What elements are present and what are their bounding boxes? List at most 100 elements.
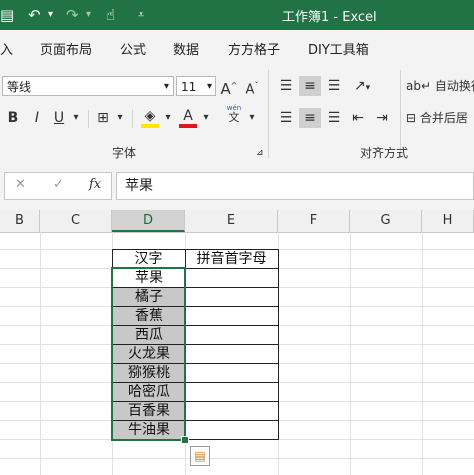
tab-data[interactable]: 数据	[173, 39, 199, 58]
font-size-value: 11	[181, 80, 197, 94]
tab-formulas[interactable]: 公式	[120, 39, 146, 58]
column-header-d[interactable]: D	[112, 210, 185, 232]
italic-icon: I	[34, 110, 40, 126]
shrink-font-button[interactable]: Aˇ	[242, 76, 262, 100]
save-icon[interactable]: ▤	[0, 5, 14, 25]
tab-page-layout[interactable]: 页面布局	[40, 39, 92, 58]
chevron-down-icon: ▾	[206, 81, 212, 92]
insert-function-icon[interactable]: fx	[89, 177, 101, 192]
cell-e-empty[interactable]	[186, 383, 278, 402]
align-right-icon: ☰	[327, 110, 341, 126]
chevron-down-icon: ▾	[249, 112, 255, 123]
align-right-button[interactable]: ☰	[324, 108, 344, 128]
separator	[132, 110, 133, 128]
orientation-button[interactable]: ↗▾	[350, 76, 374, 98]
paint-bucket-icon: ◈	[144, 108, 156, 124]
column-header-e[interactable]: E	[185, 210, 278, 232]
column-headers: B C D E F G H	[0, 210, 474, 233]
top-align-icon: ☰	[279, 78, 293, 94]
chevron-down-icon: ▾	[117, 112, 123, 123]
cell-e-empty[interactable]	[186, 402, 278, 421]
chevron-down-icon: ▾	[73, 112, 79, 123]
grow-font-button[interactable]: A^	[219, 76, 239, 99]
cell-e-empty[interactable]	[186, 326, 278, 345]
redo-icon[interactable]: ↷	[66, 5, 79, 25]
wrap-text-label: 自动换行	[434, 79, 474, 93]
underline-button[interactable]: U	[50, 108, 68, 128]
dialog-launcher-icon[interactable]: ⊿	[256, 148, 264, 158]
customize-toolbar-icon[interactable]: ⩡	[138, 5, 144, 25]
font-name-value: 等线	[7, 80, 32, 94]
cell-e-empty[interactable]	[186, 269, 278, 288]
confirm-icon[interactable]: ✓	[53, 177, 64, 192]
chevron-down-icon: ▾	[365, 83, 371, 93]
wrap-text-button[interactable]: ab↵ 自动换行	[406, 76, 474, 96]
italic-button[interactable]: I	[28, 108, 46, 128]
orientation-icon: ↗	[353, 78, 366, 94]
title-bar: ▤ ↶ ▾ ↷ ▾ ☝ ⩡ 工作簿1 - Excel	[0, 0, 474, 30]
chevron-down-icon: ▾	[203, 112, 209, 123]
tab-insert[interactable]: 入	[0, 39, 13, 58]
worksheet-grid[interactable]: B C D E F G H 汉字 拼音首字母 苹果 橘子 香蕉 西瓜 火龙果 猕…	[0, 210, 474, 475]
column-header-c[interactable]: C	[40, 210, 112, 232]
cell-e-empty[interactable]	[186, 307, 278, 326]
table-border	[112, 249, 279, 250]
formula-bar: ✕ ✓ fx 苹果	[0, 164, 474, 210]
bold-button[interactable]: B	[4, 108, 22, 128]
merge-center-icon: ⊟	[406, 111, 417, 125]
group-separator	[268, 70, 269, 158]
phonetic-guide-button[interactable]: wén 文	[222, 104, 246, 124]
formula-input[interactable]: 苹果	[116, 172, 474, 200]
borders-button[interactable]: ⊞	[94, 108, 112, 128]
quick-analysis-icon[interactable]: ▤	[190, 446, 210, 466]
column-header-g[interactable]: G	[350, 210, 422, 232]
align-center-button[interactable]: ≡	[299, 108, 321, 128]
undo-icon[interactable]: ↶	[28, 5, 41, 25]
cell-e-header[interactable]: 拼音首字母	[185, 250, 278, 269]
gridline	[0, 458, 474, 459]
fill-color-swatch	[141, 124, 159, 128]
font-color-dropdown[interactable]: ▾	[200, 108, 212, 128]
fill-color-dropdown[interactable]: ▾	[162, 108, 174, 128]
cell-e-empty[interactable]	[186, 345, 278, 364]
cell-e-empty[interactable]	[186, 288, 278, 307]
grow-font-icon: A	[220, 80, 231, 98]
align-left-icon: ☰	[279, 110, 293, 126]
undo-dropdown-icon[interactable]: ▾	[48, 5, 53, 25]
align-left-button[interactable]: ☰	[276, 108, 296, 128]
top-align-button[interactable]: ☰	[276, 76, 296, 96]
increase-indent-button[interactable]: ⇥	[372, 108, 392, 128]
merge-center-button[interactable]: ⊟ 合并后居	[406, 108, 474, 128]
font-name-dropdown[interactable]: 等线 ▾	[2, 76, 174, 96]
touch-mode-icon[interactable]: ☝	[106, 5, 115, 25]
tab-fangfanggezi[interactable]: 方方格子	[228, 39, 280, 58]
fill-color-button[interactable]: ◈	[140, 106, 160, 128]
redo-dropdown-icon[interactable]: ▾	[86, 5, 91, 25]
font-color-button[interactable]: A	[178, 106, 198, 128]
underline-icon: U	[53, 110, 65, 126]
separator	[88, 110, 89, 128]
fill-handle[interactable]	[181, 436, 189, 444]
merge-center-label: 合并后居	[419, 111, 468, 125]
font-size-dropdown[interactable]: 11 ▾	[176, 76, 216, 96]
bottom-align-icon: ☰	[327, 78, 341, 94]
cell-e-empty[interactable]	[186, 364, 278, 383]
column-header-b[interactable]: B	[0, 210, 40, 232]
wrap-text-icon: ab↵	[406, 79, 432, 93]
chevron-down-icon: ▾	[163, 81, 169, 92]
ribbon: 等线 ▾ 11 ▾ A^ Aˇ B I U ▾ ⊞ ▾ ◈ ▾ A ▾ wén 文…	[0, 64, 474, 165]
bottom-align-button[interactable]: ☰	[324, 76, 344, 96]
borders-dropdown[interactable]: ▾	[114, 108, 126, 128]
chevron-down-icon: ▾	[165, 112, 171, 123]
phonetic-guide-dropdown[interactable]: ▾	[246, 108, 258, 128]
font-group-label: 字体	[112, 146, 137, 160]
middle-align-button[interactable]: ≡	[299, 76, 321, 96]
underline-dropdown[interactable]: ▾	[70, 108, 82, 128]
column-header-f[interactable]: F	[278, 210, 350, 232]
column-header-h[interactable]: H	[422, 210, 474, 232]
cell-e-empty[interactable]	[186, 421, 278, 440]
cancel-icon[interactable]: ✕	[15, 177, 26, 192]
window-title: 工作簿1 - Excel	[282, 10, 377, 25]
tab-diy-toolbox[interactable]: DIY工具箱	[308, 39, 369, 58]
decrease-indent-button[interactable]: ⇤	[348, 108, 368, 128]
